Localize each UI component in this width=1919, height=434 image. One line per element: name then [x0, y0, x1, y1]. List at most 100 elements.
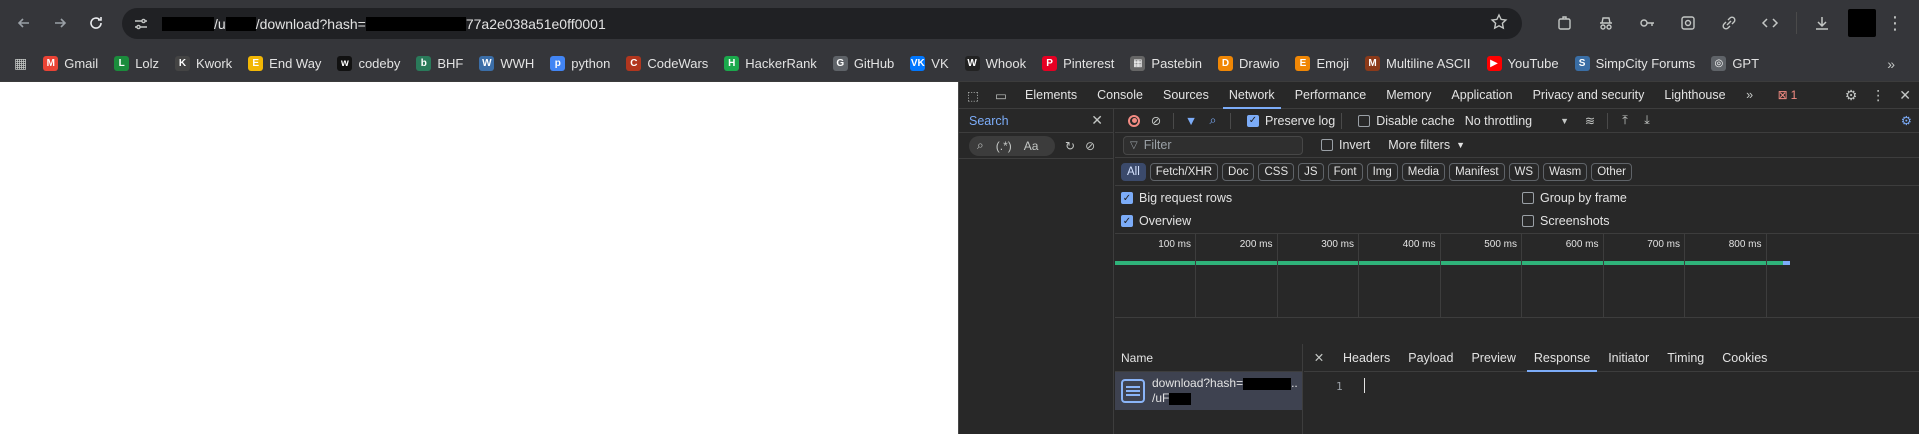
response-viewer[interactable]: 1	[1304, 372, 1919, 434]
filter-type-all[interactable]: All	[1121, 162, 1146, 181]
customize-menu-icon[interactable]: ⋮	[1871, 87, 1885, 104]
screenshots-checkbox[interactable]: Screenshots	[1522, 214, 1609, 228]
filter-funnel-icon[interactable]: ▼	[1180, 114, 1202, 128]
clear-icon[interactable]: ⊘	[1145, 113, 1167, 128]
preserve-log-checkbox[interactable]: ✓ Preserve log	[1247, 114, 1335, 128]
regex-toggle[interactable]: (.*)	[996, 139, 1012, 153]
filter-type-wasm[interactable]: Wasm	[1543, 162, 1588, 181]
bookmark-pastebin[interactable]: ▦ Pastebin	[1130, 56, 1202, 71]
disable-cache-checkbox[interactable]: Disable cache	[1358, 114, 1455, 128]
tab-sources[interactable]: Sources	[1153, 82, 1219, 109]
bookmark-wwh[interactable]: W WWH	[479, 56, 534, 71]
site-settings-icon[interactable]	[128, 11, 154, 37]
filter-input[interactable]: ▽ Filter	[1123, 135, 1303, 155]
extensions-puzzle-icon[interactable]	[1550, 8, 1580, 38]
bookmark-gpt[interactable]: ◎ GPT	[1711, 56, 1759, 71]
code-icon[interactable]	[1755, 8, 1785, 38]
inspect-element-icon[interactable]: ⬚	[959, 88, 987, 103]
record-icon[interactable]	[1123, 114, 1145, 127]
filter-type-font[interactable]: Font	[1327, 162, 1363, 181]
chrome-menu-icon[interactable]: ⋮	[1886, 13, 1904, 34]
device-toolbar-icon[interactable]: ▭	[987, 88, 1015, 103]
network-settings-icon[interactable]: ⚙	[1901, 113, 1912, 128]
download-icon[interactable]	[1807, 8, 1837, 38]
search-tab[interactable]: Search ✕	[959, 109, 1113, 133]
bookmark-star-icon[interactable]	[1490, 13, 1508, 36]
bookmark-kwork[interactable]: K Kwork	[175, 56, 232, 71]
tab-lighthouse[interactable]: Lighthouse	[1654, 82, 1735, 109]
detail-tab-initiator[interactable]: Initiator	[1599, 344, 1658, 372]
apps-grid-icon[interactable]: ▦	[14, 55, 27, 72]
filter-type-img[interactable]: Img	[1366, 162, 1398, 181]
search-input[interactable]: ⌕ (.*) Aa	[969, 135, 1055, 156]
spy-icon[interactable]	[1591, 8, 1621, 38]
match-case-toggle[interactable]: Aa	[1024, 139, 1039, 153]
overview-checkbox[interactable]: ✓ Overview	[1121, 214, 1191, 228]
bookmark-emoji[interactable]: E Emoji	[1295, 56, 1349, 71]
bookmark-bhf[interactable]: b BHF	[416, 56, 463, 71]
tab-privacy-and-security[interactable]: Privacy and security	[1523, 82, 1655, 109]
detail-tab-timing[interactable]: Timing	[1658, 344, 1713, 372]
bookmarks-overflow-icon[interactable]: »	[1887, 56, 1895, 72]
detail-tab-headers[interactable]: Headers	[1334, 344, 1399, 372]
back-button[interactable]	[10, 9, 38, 37]
address-bar[interactable]: /u /download?hash= 77a2e038a51e0ff0001	[122, 8, 1522, 39]
detail-tab-preview[interactable]: Preview	[1462, 344, 1524, 372]
bookmark-drawio[interactable]: D Drawio	[1218, 56, 1279, 71]
bookmark-codewars[interactable]: C CodeWars	[626, 56, 708, 71]
detail-tab-response[interactable]: Response	[1525, 344, 1599, 372]
filter-type-ws[interactable]: WS	[1508, 162, 1540, 181]
bookmark-python[interactable]: p python	[550, 56, 610, 71]
bookmark-hackerrank[interactable]: H HackerRank	[724, 56, 817, 71]
import-har-icon[interactable]: ⤒	[1614, 113, 1636, 128]
filter-type-fetch-xhr[interactable]: Fetch/XHR	[1149, 162, 1219, 181]
refresh-search-icon[interactable]: ↻	[1065, 139, 1075, 153]
bookmark-lolz[interactable]: L Lolz	[114, 56, 159, 71]
tab-memory[interactable]: Memory	[1376, 82, 1441, 109]
request-row[interactable]: download?hash=.. /uF	[1115, 372, 1302, 410]
search-icon[interactable]: ⌕	[1202, 113, 1224, 128]
detail-tab-cookies[interactable]: Cookies	[1713, 344, 1776, 372]
error-badge[interactable]: ⊠ 1	[1778, 88, 1798, 102]
filter-type-css[interactable]: CSS	[1258, 162, 1295, 181]
tab-performance[interactable]: Performance	[1285, 82, 1377, 109]
filter-type-manifest[interactable]: Manifest	[1449, 162, 1505, 181]
bookmark-youtube[interactable]: ▶ YouTube	[1486, 56, 1559, 71]
bookmark-gmail[interactable]: M Gmail	[43, 56, 98, 71]
export-har-icon[interactable]: ⤓	[1636, 113, 1658, 128]
bookmark-multiline-ascii[interactable]: M Multiline ASCII	[1364, 56, 1471, 71]
name-column-header[interactable]: Name	[1115, 344, 1302, 372]
bookmark-github[interactable]: G GitHub	[832, 56, 894, 71]
tab-console[interactable]: Console	[1087, 82, 1153, 109]
filter-type-doc[interactable]: Doc	[1222, 162, 1255, 181]
settings-gear-icon[interactable]: ⚙	[1845, 87, 1858, 104]
more-filters-dropdown[interactable]: More filters ▼	[1388, 138, 1465, 152]
invert-checkbox[interactable]: Invert	[1321, 138, 1370, 152]
profile-avatar[interactable]	[1848, 9, 1876, 37]
screenshot-icon[interactable]	[1673, 8, 1703, 38]
tab-application[interactable]: Application	[1441, 82, 1522, 109]
filter-type-other[interactable]: Other	[1591, 162, 1632, 181]
key-icon[interactable]	[1632, 8, 1662, 38]
bookmark-pinterest[interactable]: P Pinterest	[1042, 56, 1114, 71]
big-request-rows-checkbox[interactable]: ✓ Big request rows	[1121, 191, 1232, 205]
network-overview-timeline[interactable]: 100 ms 200 ms 300 ms 400 ms 500 ms 600 ms 700 …	[1115, 234, 1919, 318]
bookmark-codeby[interactable]: w codeby	[337, 56, 400, 71]
more-tabs-icon[interactable]: »	[1736, 88, 1764, 102]
close-search-icon[interactable]: ✕	[1091, 112, 1103, 129]
filter-type-media[interactable]: Media	[1401, 162, 1446, 181]
group-by-frame-checkbox[interactable]: Group by frame	[1522, 191, 1627, 205]
link-icon[interactable]	[1714, 8, 1744, 38]
close-devtools-icon[interactable]: ✕	[1899, 87, 1911, 104]
throttling-select[interactable]: No throttling ▼	[1465, 114, 1569, 128]
close-details-icon[interactable]: ✕	[1304, 350, 1334, 365]
network-conditions-icon[interactable]: ≋	[1579, 113, 1601, 128]
forward-button[interactable]	[46, 9, 74, 37]
bookmark-end-way[interactable]: E End Way	[248, 56, 321, 71]
filter-type-js[interactable]: JS	[1298, 162, 1324, 181]
detail-tab-payload[interactable]: Payload	[1399, 344, 1462, 372]
tab-network[interactable]: Network	[1219, 82, 1285, 109]
tab-elements[interactable]: Elements	[1015, 82, 1087, 109]
reload-button[interactable]	[82, 9, 110, 37]
clear-search-icon[interactable]: ⊘	[1085, 139, 1095, 153]
